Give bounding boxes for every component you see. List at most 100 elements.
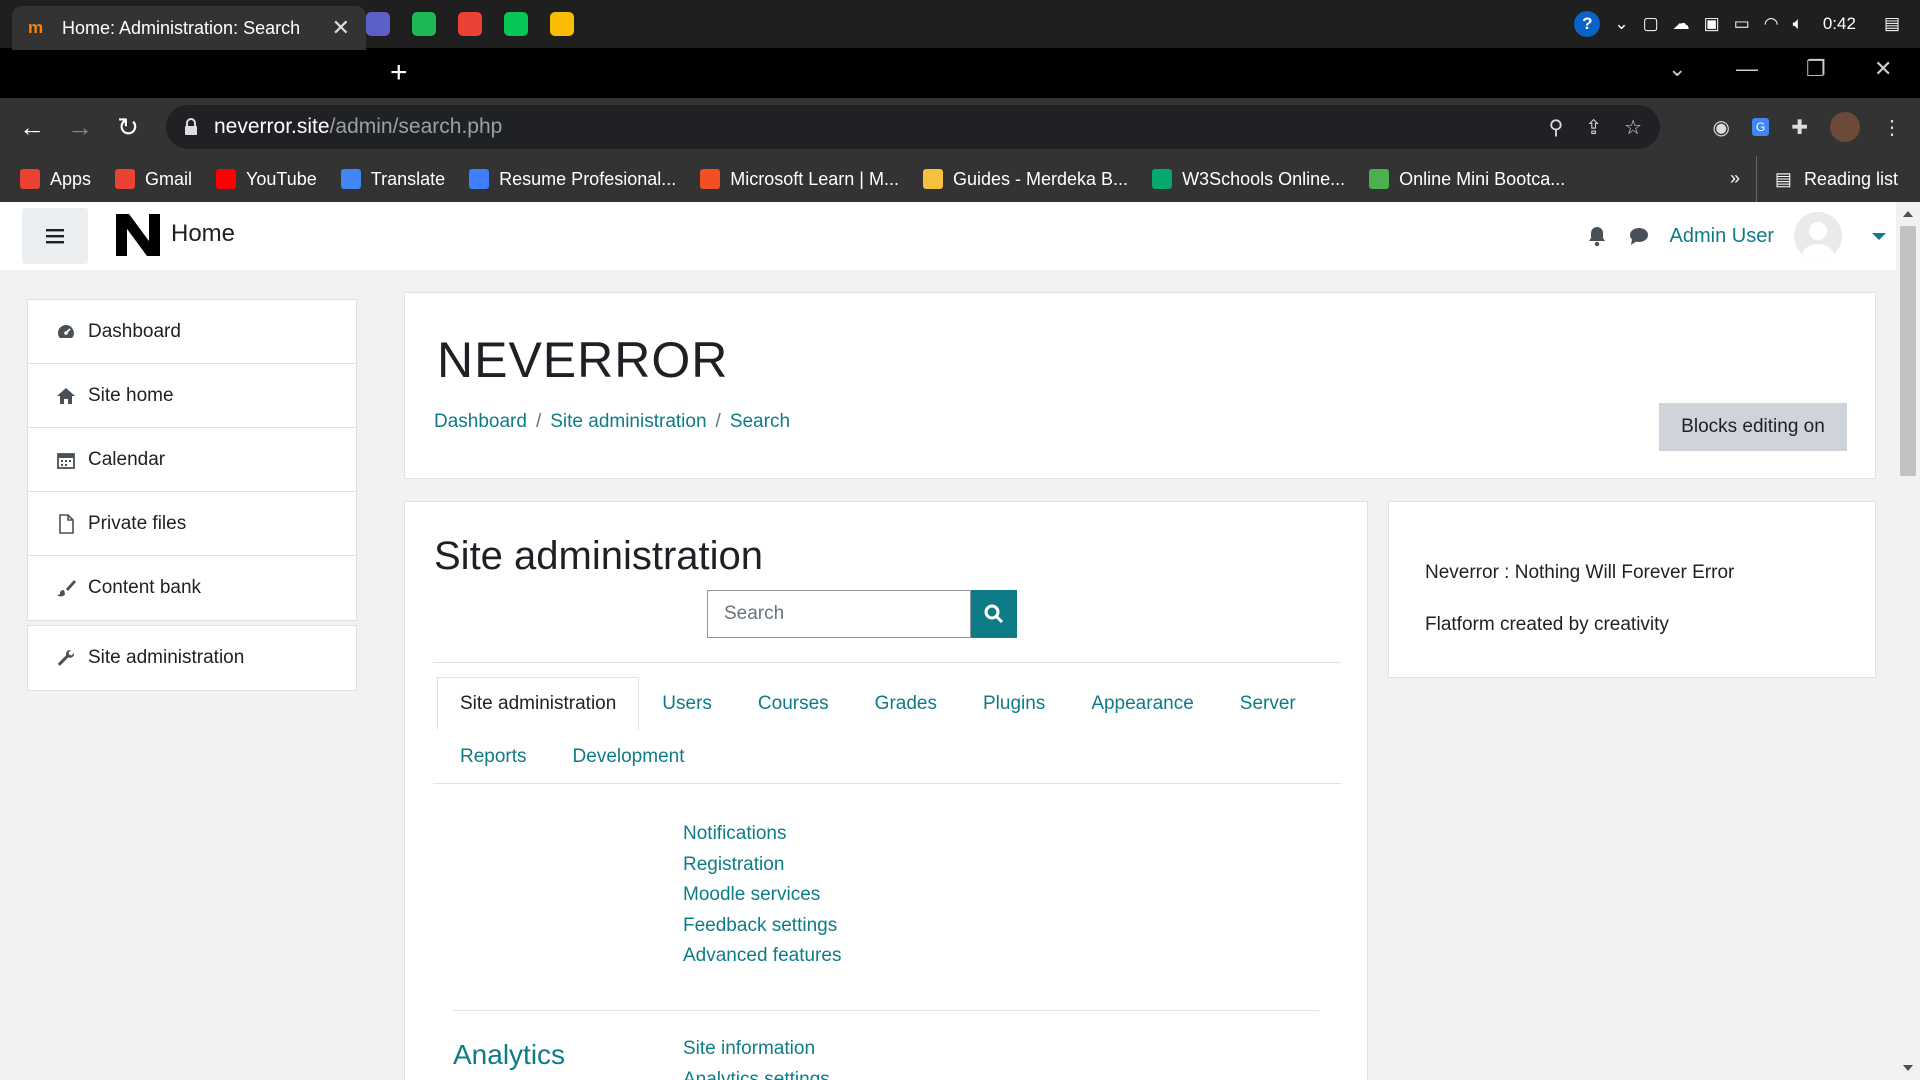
site-logo[interactable] [114, 210, 164, 260]
html-block: Neverror : Nothing Will Forever Error Fl… [1388, 501, 1876, 678]
volume-icon[interactable]: 🔈︎ [1793, 14, 1803, 34]
tab-reports[interactable]: Reports [437, 730, 550, 783]
bookmark-item[interactable]: W3Schools Online... [1152, 169, 1345, 190]
analytics-heading[interactable]: Analytics [453, 1039, 565, 1071]
browser-menu-icon[interactable]: ⋮ [1882, 115, 1902, 140]
camera-icon[interactable]: ◉ [1712, 115, 1729, 140]
forward-icon[interactable]: → [56, 112, 104, 143]
home-icon [56, 386, 76, 406]
scroll-thumb[interactable] [1900, 226, 1916, 476]
url-text[interactable]: neverror.site/admin/search.php [214, 115, 502, 139]
taskbar-app[interactable] [447, 0, 493, 48]
breadcrumb-site-administration[interactable]: Site administration [550, 411, 706, 432]
tab-users[interactable]: Users [639, 677, 735, 730]
clock[interactable]: 0:42 [1823, 14, 1856, 34]
taskbar-app[interactable] [401, 0, 447, 48]
bookmark-item[interactable]: Apps [20, 169, 91, 190]
tab-site-administration[interactable]: Site administration [437, 677, 640, 730]
tab-grades[interactable]: Grades [852, 677, 960, 730]
reading-list-button[interactable]: ▤ Reading list [1755, 156, 1898, 202]
bookmark-item[interactable]: YouTube [216, 169, 317, 190]
battery-icon[interactable]: ▭ [1734, 14, 1750, 34]
admin-link-analytics-settings[interactable]: Analytics settings [683, 1065, 830, 1080]
scroll-down-icon[interactable] [1903, 1065, 1913, 1071]
user-avatar[interactable] [1794, 212, 1842, 260]
reload-icon[interactable]: ↻ [104, 112, 152, 143]
bookmark-item[interactable]: Guides - Merdeka B... [922, 169, 1128, 190]
teams-icon [366, 12, 390, 36]
notification-bell-icon[interactable] [1586, 225, 1608, 247]
admin-link-feedback-settings[interactable]: Feedback settings [683, 911, 841, 942]
bookmark-star-icon[interactable]: ☆ [1624, 115, 1642, 140]
admin-link-registration[interactable]: Registration [683, 850, 841, 881]
admin-link-site-information[interactable]: Site information [683, 1034, 830, 1065]
brand-home-link[interactable]: Home [171, 220, 235, 248]
admin-search-input[interactable] [707, 590, 971, 638]
help-icon[interactable]: ? [1574, 11, 1601, 37]
breadcrumb-search[interactable]: Search [730, 411, 790, 432]
blocks-editing-button[interactable]: Blocks editing on [1659, 403, 1847, 451]
sidebar-item-label: Private files [88, 512, 187, 534]
search-submit-button[interactable] [971, 590, 1017, 638]
system-tray: ? ⌄ ▢ ☁ ▣ ▭ ◠ 🔈︎ 0:42 ▤ [1574, 0, 1920, 48]
extensions-puzzle-icon[interactable]: ✚ [1791, 115, 1808, 140]
close-tab-icon[interactable]: ✕ [332, 15, 350, 41]
tab-search-icon[interactable]: ⌄ [1668, 56, 1686, 82]
messages-icon[interactable] [1628, 225, 1650, 247]
sidebar-item-site-home[interactable]: Site home [28, 364, 356, 428]
minimize-icon[interactable]: — [1736, 56, 1758, 82]
back-icon[interactable]: ← [8, 112, 56, 143]
bookmark-item[interactable]: Translate [340, 169, 445, 190]
sidebar-item-private-files[interactable]: Private files [28, 492, 356, 556]
admin-link-advanced-features[interactable]: Advanced features [683, 941, 841, 972]
breadcrumb: Dashboard / Site administration / Search [434, 411, 790, 433]
bookmark-favicon-icon [115, 169, 136, 189]
translate-ext-icon[interactable]: G [1751, 118, 1770, 136]
sidebar-item-content-bank[interactable]: Content bank [28, 556, 356, 620]
tab-appearance[interactable]: Appearance [1068, 677, 1216, 730]
profile-avatar[interactable] [1830, 112, 1860, 142]
tab-server[interactable]: Server [1217, 677, 1319, 730]
scroll-up-icon[interactable] [1903, 211, 1913, 217]
taskbar-app[interactable] [493, 0, 539, 48]
wifi-icon[interactable]: ◠ [1764, 14, 1779, 34]
address-bar[interactable]: neverror.site/admin/search.php ⚲ ⇪ ☆ [166, 105, 1660, 149]
sidebar-item-dashboard[interactable]: Dashboard [28, 300, 356, 364]
dashboard-icon [56, 322, 76, 342]
bookmark-item[interactable]: Resume Profesional... [469, 169, 676, 190]
notifications-icon[interactable]: ▤ [1884, 14, 1900, 34]
search-icon [984, 604, 1004, 624]
taskbar-app[interactable] [539, 0, 585, 48]
close-window-icon[interactable]: ✕ [1874, 56, 1892, 82]
chevron-up-icon[interactable]: ⌄ [1614, 14, 1628, 34]
bookmark-item[interactable]: Gmail [115, 169, 192, 190]
sidebar-item-label: Calendar [88, 448, 166, 470]
share-icon[interactable]: ⇪ [1585, 115, 1602, 140]
breadcrumb-dashboard[interactable]: Dashboard [434, 411, 527, 432]
hamburger-menu-icon[interactable] [22, 208, 88, 264]
browser-tab[interactable]: m Home: Administration: Search ✕ [12, 6, 366, 50]
admin-link-notifications[interactable]: Notifications [683, 819, 841, 850]
user-menu-caret-icon[interactable] [1872, 232, 1886, 240]
lock-icon[interactable] [182, 118, 200, 136]
meet-icon[interactable]: ▢ [1643, 14, 1659, 34]
bookmark-item[interactable]: Online Mini Bootca... [1369, 169, 1565, 190]
tab-plugins[interactable]: Plugins [960, 677, 1068, 730]
bookmarks-overflow-icon[interactable]: » [1730, 168, 1740, 189]
new-tab-icon[interactable]: + [390, 56, 408, 90]
sidebar-item-calendar[interactable]: Calendar [28, 428, 356, 492]
admin-link-moodle-services[interactable]: Moodle services [683, 880, 841, 911]
tab-courses[interactable]: Courses [735, 677, 852, 730]
user-name[interactable]: Admin User [1670, 225, 1774, 248]
display-icon[interactable]: ▣ [1704, 14, 1720, 34]
nav-drawer: Dashboard Site home Calendar Private files C… [0, 270, 384, 1080]
bookmark-label: Apps [50, 168, 92, 189]
page-scrollbar[interactable] [1896, 202, 1920, 1080]
restore-icon[interactable]: ❐ [1806, 56, 1826, 82]
zoom-icon[interactable]: ⚲ [1549, 115, 1564, 140]
bookmark-item[interactable]: Microsoft Learn | M... [700, 169, 899, 190]
tab-development[interactable]: Development [550, 730, 708, 783]
onedrive-icon[interactable]: ☁ [1673, 14, 1690, 34]
sidebar-item-site-administration[interactable]: Site administration [28, 626, 356, 690]
admin-tabs: Site administration Users Courses Grades Plu… [437, 677, 1337, 783]
